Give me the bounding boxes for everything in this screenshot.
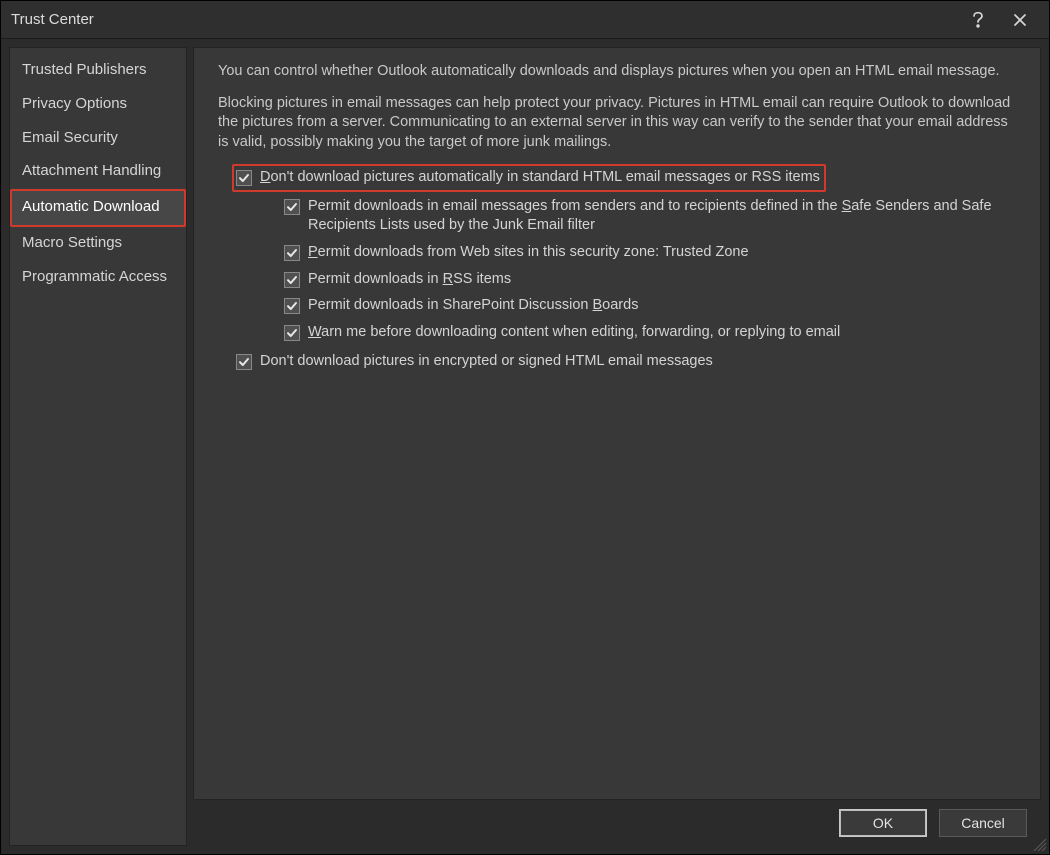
option-label: Permit downloads in RSS items	[308, 270, 511, 290]
checkbox-icon[interactable]	[236, 354, 252, 370]
option-label: Warn me before downloading content when …	[308, 323, 840, 343]
checkbox-icon[interactable]	[284, 272, 300, 288]
sidebar-item-programmatic-access[interactable]: Programmatic Access	[12, 261, 184, 295]
option-warn-before-download[interactable]: Warn me before downloading content when …	[284, 323, 1020, 343]
sidebar-item-label: Email Security	[12, 122, 184, 156]
option-permit-sharepoint[interactable]: Permit downloads in SharePoint Discussio…	[284, 296, 1020, 316]
intro-text-2: Blocking pictures in email messages can …	[218, 94, 1020, 153]
sidebar-item-label: Trusted Publishers	[12, 54, 184, 88]
sidebar-item-label: Attachment Handling	[12, 155, 184, 189]
help-button[interactable]	[957, 5, 999, 35]
checkbox-icon[interactable]	[284, 298, 300, 314]
option-label: Don't download pictures in encrypted or …	[260, 352, 713, 372]
option-permit-safe-senders[interactable]: Permit downloads in email messages from …	[284, 197, 1020, 236]
checkbox-icon[interactable]	[284, 325, 300, 341]
sidebar-item-trusted-publishers[interactable]: Trusted Publishers	[12, 54, 184, 88]
intro-text-1: You can control whether Outlook automati…	[218, 62, 1020, 82]
sidebar: Trusted Publishers Privacy Options Email…	[9, 47, 187, 846]
option-group: Don't download pictures automatically in…	[218, 164, 1020, 372]
sidebar-item-label: Programmatic Access	[12, 261, 184, 295]
ok-button[interactable]: OK	[839, 809, 927, 837]
dialog-footer: OK Cancel	[193, 800, 1041, 846]
option-dont-download-encrypted[interactable]: Don't download pictures in encrypted or …	[236, 352, 1020, 372]
sidebar-item-automatic-download[interactable]: Automatic Download	[10, 189, 186, 227]
option-label: Permit downloads from Web sites in this …	[308, 243, 749, 263]
resize-grip-icon[interactable]	[1033, 838, 1047, 852]
trust-center-window: Trust Center Trusted Publishers Privacy …	[0, 0, 1050, 855]
checkbox-icon[interactable]	[284, 199, 300, 215]
content-wrap: You can control whether Outlook automati…	[193, 47, 1041, 846]
option-label: Don't download pictures automatically in…	[260, 168, 820, 188]
sidebar-item-privacy-options[interactable]: Privacy Options	[12, 88, 184, 122]
sub-option-group: Permit downloads in email messages from …	[236, 197, 1020, 342]
option-permit-trusted-zone[interactable]: Permit downloads from Web sites in this …	[284, 243, 1020, 263]
sidebar-item-label: Automatic Download	[12, 191, 184, 225]
dialog-body: Trusted Publishers Privacy Options Email…	[1, 39, 1049, 854]
checkbox-icon[interactable]	[236, 170, 252, 186]
option-dont-download-html[interactable]: Don't download pictures automatically in…	[232, 164, 826, 192]
cancel-button[interactable]: Cancel	[939, 809, 1027, 837]
checkbox-icon[interactable]	[284, 245, 300, 261]
sidebar-item-label: Macro Settings	[12, 227, 184, 261]
close-button[interactable]	[999, 5, 1041, 35]
sidebar-item-email-security[interactable]: Email Security	[12, 122, 184, 156]
window-title: Trust Center	[11, 11, 957, 28]
sidebar-item-label: Privacy Options	[12, 88, 184, 122]
option-label: Permit downloads in SharePoint Discussio…	[308, 296, 638, 316]
option-permit-rss[interactable]: Permit downloads in RSS items	[284, 270, 1020, 290]
option-label: Permit downloads in email messages from …	[308, 197, 1020, 236]
content-pane: You can control whether Outlook automati…	[193, 47, 1041, 800]
sidebar-item-macro-settings[interactable]: Macro Settings	[12, 227, 184, 261]
sidebar-item-attachment-handling[interactable]: Attachment Handling	[12, 155, 184, 189]
titlebar: Trust Center	[1, 1, 1049, 39]
